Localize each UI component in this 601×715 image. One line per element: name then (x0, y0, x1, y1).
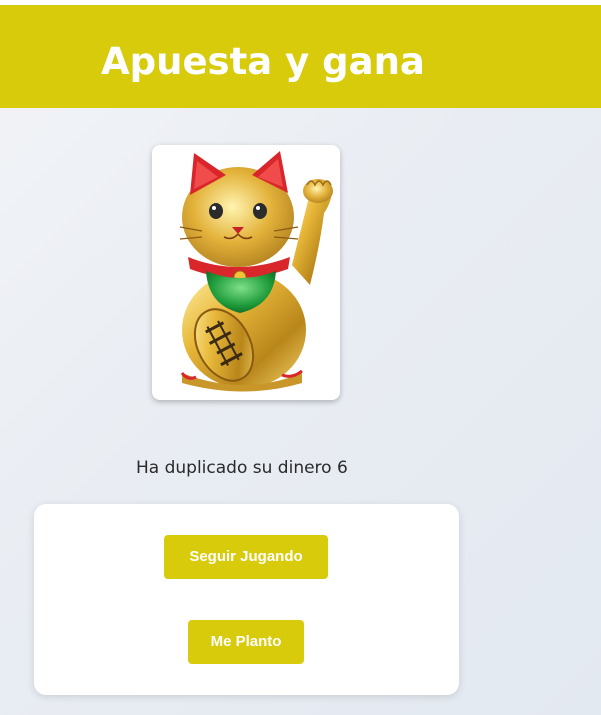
stop-button[interactable]: Me Planto (188, 620, 304, 664)
continue-playing-button[interactable]: Seguir Jugando (164, 535, 328, 579)
page-title: Apuesta y gana (101, 40, 425, 83)
actions-panel: Seguir Jugando Me Planto (34, 504, 459, 695)
header-bar: Apuesta y gana (0, 5, 601, 108)
lucky-cat-icon (179, 151, 333, 392)
lucky-cat-card (152, 145, 340, 400)
result-message: Ha duplicado su dinero 6 (136, 458, 348, 478)
